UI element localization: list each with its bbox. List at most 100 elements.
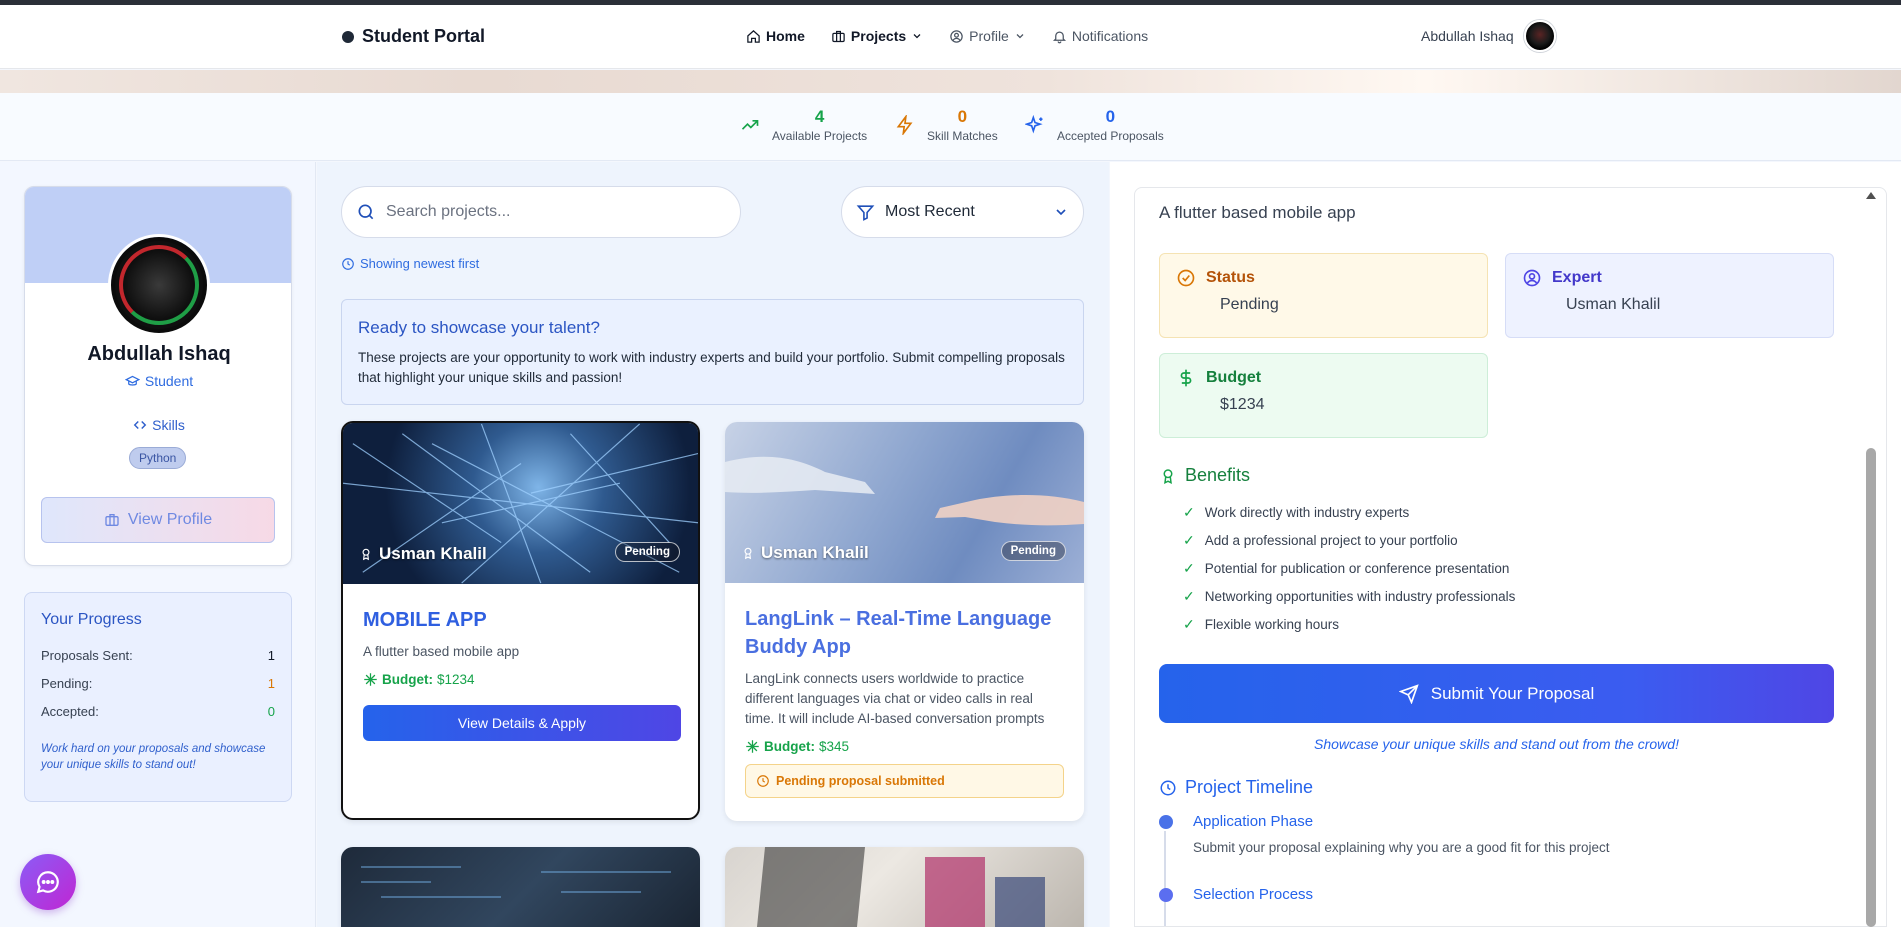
status-badge: Pending <box>614 542 680 562</box>
list-item: ✓ Work directly with industry experts <box>1183 498 1515 526</box>
sort-select[interactable]: Most Recent <box>841 186 1084 238</box>
nav-home-label: Home <box>766 28 805 44</box>
benefits-title: Benefits <box>1185 465 1251 485</box>
benefit-text: Networking opportunities with industry p… <box>1204 588 1516 604</box>
project-owner: Usman Khalil <box>741 543 869 563</box>
project-owner-name: Usman Khalil <box>379 544 487 563</box>
nav-profile[interactable]: Profile <box>949 28 1026 44</box>
detail-scrollbar-thumb[interactable] <box>1866 448 1876 927</box>
nav-notifications[interactable]: Notifications <box>1052 28 1148 44</box>
chat-button[interactable] <box>20 854 76 910</box>
progress-label: Accepted: <box>41 703 99 719</box>
briefcase-icon <box>105 514 119 526</box>
avatar <box>111 237 207 333</box>
list-item: ✓ Networking opportunities with industry … <box>1183 582 1515 610</box>
project-card[interactable] <box>725 847 1084 927</box>
detail-description: A flutter based mobile app <box>1159 203 1356 222</box>
budget-box: Budget $1234 <box>1159 353 1488 438</box>
timeline-step-title: Application Phase <box>1193 813 1314 830</box>
user-menu[interactable]: Abdullah Ishaq <box>1421 20 1556 52</box>
timeline-step: Application Phase Submit your proposal e… <box>1159 813 1609 855</box>
stat-label: Skill Matches <box>927 129 998 143</box>
books-image <box>757 847 1045 927</box>
stat-value: 4 <box>814 107 825 126</box>
timeline-step: Selection Process <box>1159 886 1313 903</box>
list-item: ✓ Flexible working hours <box>1183 610 1515 638</box>
expert-box: Expert Usman Khalil <box>1505 253 1834 338</box>
list-item: ✓ Potential for publication or conference… <box>1183 554 1515 582</box>
skills-heading: Skills <box>25 417 291 433</box>
chat-bubble-icon <box>36 871 59 894</box>
sparkles-icon <box>1025 115 1043 134</box>
sparkle-icon <box>746 740 759 753</box>
trending-up-icon <box>741 120 759 130</box>
project-title: LangLink – Real-Time Language Buddy App <box>745 608 1052 658</box>
award-icon <box>744 547 752 560</box>
progress-value: 1 <box>267 675 275 691</box>
sort-note: Showing newest first <box>341 256 479 271</box>
chevron-down-icon <box>1016 34 1024 39</box>
submit-proposal-label: Submit Your Proposal <box>1430 683 1595 703</box>
view-profile-button[interactable]: View Profile <box>41 497 275 543</box>
home-icon <box>747 29 760 43</box>
project-detail-panel: A flutter based mobile app Status Pendin… <box>1134 187 1887 927</box>
check-circle-icon <box>1177 269 1195 287</box>
check-icon: ✓ <box>1183 615 1195 632</box>
benefits-list: ✓ Work directly with industry experts ✓ Ad… <box>1183 498 1515 638</box>
bell-icon <box>1052 31 1066 43</box>
lightning-icon <box>896 115 913 135</box>
timeline-dot <box>1159 888 1173 902</box>
talent-callout: Ready to showcase your talent? These pro… <box>341 299 1084 405</box>
award-icon <box>362 548 370 561</box>
project-description: LangLink connects users worldwide to pra… <box>745 671 1045 726</box>
budget-heading: Budget <box>1176 368 1471 388</box>
benefit-text: Work directly with industry experts <box>1204 504 1410 520</box>
status-value: Pending <box>1220 296 1279 313</box>
top-navbar: Student Portal Home Projects Profile Not… <box>0 5 1901 69</box>
project-card[interactable]: Usman Khalil Pending LangLink – Real-Tim… <box>725 422 1084 821</box>
timeline-heading: Project Timeline <box>1159 777 1313 798</box>
submit-proposal-button[interactable]: Submit Your Proposal <box>1159 664 1834 723</box>
stat-skill-matches: 0 Skill Matches <box>895 107 998 143</box>
scroll-up-arrow[interactable] <box>1866 192 1876 199</box>
sort-value: Most Recent <box>885 203 975 220</box>
brand-name: Student Portal <box>362 26 486 46</box>
user-name: Abdullah Ishaq <box>1421 28 1514 44</box>
nav-profile-label: Profile <box>969 28 1009 44</box>
avatar-ring <box>119 245 199 325</box>
avatar[interactable] <box>1523 20 1556 52</box>
nav-home[interactable]: Home <box>746 28 805 44</box>
profile-card: Abdullah Ishaq Student Skills Python Vie… <box>24 186 292 566</box>
search-icon <box>358 204 374 220</box>
nav-projects-label: Projects <box>850 28 907 44</box>
project-card[interactable]: Usman Khalil Pending MOBILE APP A flutte… <box>341 421 700 820</box>
view-details-apply-button[interactable]: View Details & Apply <box>363 705 681 741</box>
pending-proposal-note: Pending proposal submitted <box>745 764 1064 798</box>
progress-label: Pending: <box>41 675 93 691</box>
progress-row: Pending: 1 <box>41 669 275 697</box>
progress-title: Your Progress <box>41 611 142 628</box>
project-card[interactable] <box>341 847 700 927</box>
showcase-note: Showcase your unique skills and stand ou… <box>1314 736 1679 752</box>
budget-label: Budget: <box>382 672 433 687</box>
graduation-cap-icon <box>124 375 140 386</box>
clock-icon <box>757 775 769 787</box>
benefit-text: Potential for publication or conference … <box>1204 560 1510 576</box>
user-circle-icon <box>950 29 963 43</box>
profile-role-label: Student <box>144 373 194 389</box>
profile-role: Student <box>25 373 291 389</box>
progress-card: Your Progress Proposals Sent: 1 Pending:… <box>24 592 292 802</box>
brand-dot-icon <box>342 30 354 43</box>
skill-tag: Python <box>129 447 187 469</box>
projects-column: Most Recent Showing newest first Ready t… <box>317 162 1109 927</box>
search-input[interactable] <box>386 203 726 221</box>
brand[interactable]: Student Portal <box>342 26 485 47</box>
search-bar[interactable] <box>341 186 741 238</box>
stat-value: 0 <box>1105 107 1116 126</box>
nav-projects[interactable]: Projects <box>831 28 923 44</box>
progress-row: Accepted: 0 <box>41 697 275 725</box>
profile-name: Abdullah Ishaq <box>87 343 231 365</box>
progress-note: Work hard on your proposals and showcase… <box>41 743 266 771</box>
benefits-heading: Benefits <box>1159 465 1250 486</box>
status-box: Status Pending <box>1159 253 1488 338</box>
